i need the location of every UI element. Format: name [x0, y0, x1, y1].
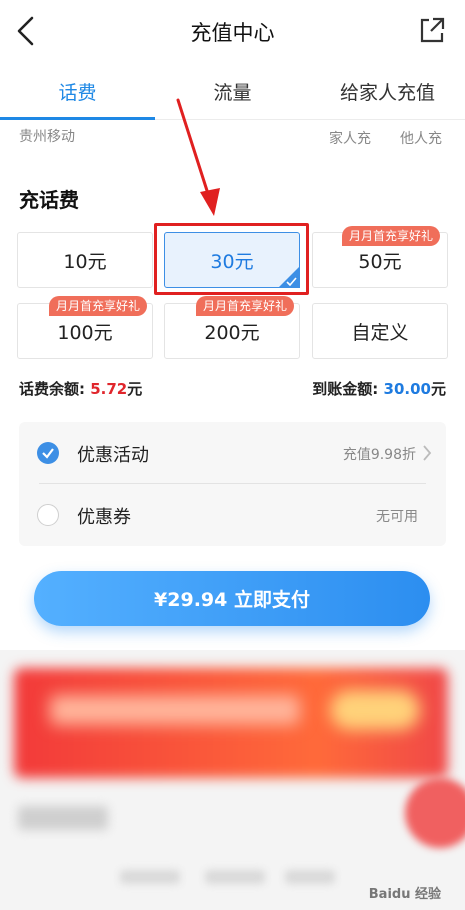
discount-activity-row[interactable]: 优惠活动 充值9.98折: [19, 422, 446, 484]
coupon-row[interactable]: 优惠券 无可用: [19, 484, 446, 546]
other-recharge-link[interactable]: 他人充: [400, 128, 442, 148]
blurred-banner-text: [50, 695, 300, 725]
pay-button[interactable]: ¥29.94 立即支付: [34, 571, 430, 626]
activity-value: 充值9.98折: [342, 447, 416, 463]
promo-tag: 月月首充享好礼: [342, 226, 441, 246]
blurred-item: [285, 870, 335, 884]
balance-info: 话费余额: 5.72元: [19, 378, 142, 399]
active-tab-indicator: [0, 117, 155, 120]
promo-tag: 月月首充享好礼: [49, 296, 148, 316]
tab-family-recharge[interactable]: 给家人充值: [310, 78, 465, 105]
carrier-label: 贵州移动: [19, 129, 75, 145]
amount-label: 自定义: [351, 321, 409, 344]
amount-label: 10元: [63, 250, 107, 273]
blurred-item: [120, 870, 180, 884]
share-external-icon[interactable]: [419, 16, 445, 44]
amount-label: 100元: [57, 321, 113, 344]
family-recharge-link[interactable]: 家人充: [329, 128, 371, 148]
balance-row: 话费余额: 5.72元 到账金额: 30.00元: [19, 378, 446, 402]
amount-option-custom[interactable]: 自定义: [312, 303, 448, 359]
coupon-value: 无可用: [376, 509, 418, 525]
amount-label: 200元: [204, 321, 260, 344]
blurred-heading: [18, 806, 108, 830]
amount-option-10[interactable]: 10元: [17, 232, 153, 288]
header-bar: 充值中心: [0, 0, 465, 64]
blurred-content-area: Baidu 经验: [0, 650, 465, 910]
tab-bar: 话费 流量 给家人充值: [0, 64, 465, 120]
balance-unit: 元: [127, 380, 143, 398]
arrival-value: 30.00: [383, 380, 431, 398]
coupon-label: 优惠券: [77, 507, 131, 528]
annotation-arrow-icon: [176, 98, 220, 216]
discount-card: 优惠活动 充值9.98折 优惠券 无可用: [19, 422, 446, 546]
balance-label: 话费余额:: [19, 380, 85, 398]
chevron-right-icon: [423, 445, 432, 461]
checked-circle-icon[interactable]: [37, 442, 59, 464]
unchecked-circle-icon[interactable]: [37, 504, 59, 526]
promo-tag: 月月首充享好礼: [196, 296, 295, 316]
annotation-highlight-box: [154, 223, 309, 295]
section-title: 充话费: [19, 188, 79, 212]
arrival-unit: 元: [430, 380, 446, 398]
tab-phone-bill[interactable]: 话费: [0, 78, 155, 105]
balance-value: 5.72: [90, 380, 128, 398]
arrival-info: 到账金额: 30.00元: [312, 378, 446, 399]
arrival-label: 到账金额:: [312, 380, 379, 398]
amount-label: 50元: [358, 250, 402, 273]
watermark-logo: Baidu 经验: [368, 887, 441, 902]
page-title: 充值中心: [190, 21, 275, 45]
activity-label: 优惠活动: [77, 445, 149, 466]
blurred-banner-badge: [330, 690, 420, 730]
blurred-item: [205, 870, 265, 884]
blurred-float-button: [405, 778, 465, 848]
